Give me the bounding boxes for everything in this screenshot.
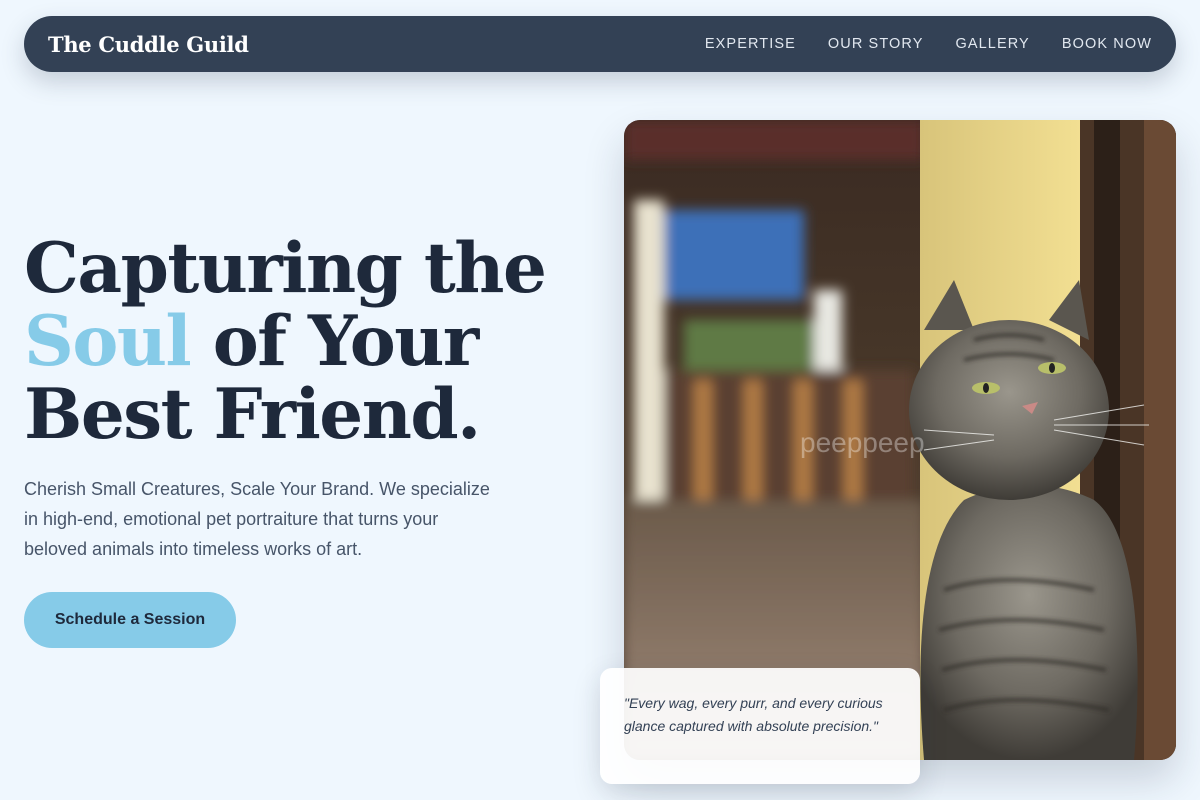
hero-cat-photo: peeppeep: [624, 120, 1176, 760]
hero-title-line1: Capturing the: [24, 228, 547, 309]
nav-link-expertise[interactable]: EXPERTISE: [705, 36, 796, 52]
cat-photo-illustration: peeppeep: [624, 120, 1176, 760]
hero-title-line3: Best Friend.: [24, 374, 481, 455]
image-watermark: peeppeep: [800, 427, 925, 458]
brand-logo[interactable]: The Cuddle Guild: [48, 32, 249, 57]
top-navbar: The Cuddle Guild EXPERTISE OUR STORY GAL…: [24, 16, 1176, 72]
nav-link-gallery[interactable]: GALLERY: [955, 36, 1029, 52]
nav-link-book-now[interactable]: BOOK NOW: [1062, 36, 1152, 52]
hero-title: Capturing the Soul of Your Best Friend.: [24, 232, 584, 451]
quote-text: "Every wag, every purr, and every curiou…: [624, 695, 883, 734]
hero-title-accent: Soul: [24, 301, 192, 382]
hero-description: Cherish Small Creatures, Scale Your Bran…: [24, 479, 490, 559]
nav-links: EXPERTISE OUR STORY GALLERY BOOK NOW: [705, 36, 1152, 52]
hero-title-line2: of Your: [190, 301, 480, 382]
testimonial-quote-card: "Every wag, every purr, and every curiou…: [600, 668, 920, 784]
nav-link-our-story[interactable]: OUR STORY: [828, 36, 924, 52]
schedule-session-button[interactable]: Schedule a Session: [24, 592, 236, 648]
